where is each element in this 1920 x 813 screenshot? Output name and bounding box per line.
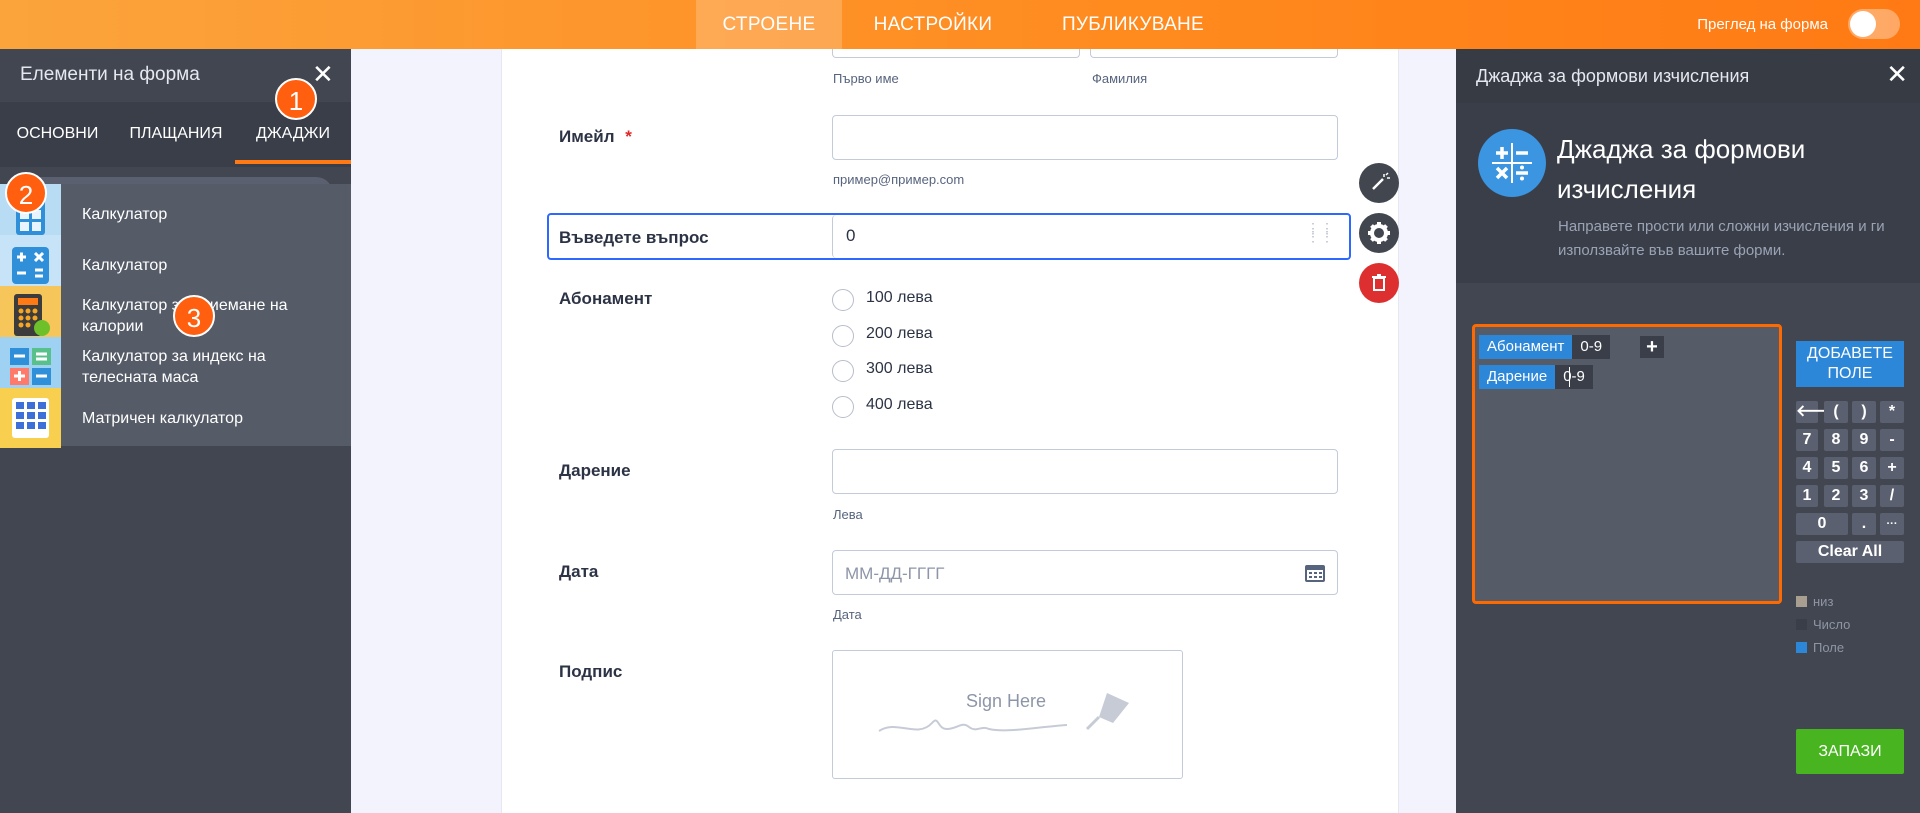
keypad-key[interactable]: /	[1880, 485, 1904, 507]
keypad-key[interactable]: 2	[1824, 485, 1848, 507]
text-cursor	[1569, 367, 1570, 387]
legend-item: Число	[1796, 617, 1850, 632]
top-navigation-bar: СТРОЕНЕ НАСТРОЙКИ ПУБЛИКУВАНЕ Преглед на…	[0, 0, 1920, 49]
keypad-key[interactable]: 8	[1824, 429, 1848, 451]
donation-sublabel: Лева	[833, 507, 863, 522]
first-name-input[interactable]	[832, 49, 1080, 58]
date-input[interactable]: ММ-ДД-ГГГГ	[832, 550, 1338, 595]
legend-swatch	[1796, 619, 1807, 630]
radio-option-label: 200 лева	[866, 325, 933, 342]
question-input[interactable]: 0 ⋮⋮ ⋮⋮	[832, 215, 1338, 258]
radio-option-label: 300 лева	[866, 360, 933, 377]
panel-title: Елементи на форма	[20, 64, 200, 85]
step-badge-2: 2	[5, 172, 47, 214]
legend-item: Поле	[1796, 640, 1844, 655]
form-preview-label: Преглед на форма	[1697, 16, 1828, 33]
keypad-key[interactable]: 1	[1796, 485, 1818, 507]
radio-option-label: 100 лева	[866, 289, 933, 306]
keypad-key[interactable]: 7	[1796, 429, 1818, 451]
tab-publish[interactable]: ПУБЛИКУВАНЕ	[1038, 0, 1228, 49]
date-label: Дата	[559, 562, 599, 581]
tab-build[interactable]: СТРОЕНЕ	[696, 0, 842, 49]
signature-pad[interactable]: Sign Here	[832, 650, 1183, 779]
date-sublabel: Дата	[833, 607, 862, 622]
tab-widgets[interactable]: ДЖАДЖИ	[235, 125, 351, 165]
calendar-icon[interactable]	[1305, 563, 1325, 588]
save-button[interactable]: ЗАПАЗИ	[1796, 729, 1904, 774]
question-input-value: 0	[846, 226, 856, 245]
widget-name: Джаджа за формови изчисления	[1557, 134, 1806, 204]
keypad-key[interactable]: 5	[1824, 457, 1848, 479]
keypad-key[interactable]: 0	[1796, 513, 1848, 535]
keypad-key[interactable]: (	[1824, 401, 1848, 423]
widget-description: Направете прости или сложни изчисления и…	[1558, 218, 1885, 259]
close-icon[interactable]: ✕	[312, 61, 334, 87]
donation-input[interactable]	[832, 449, 1338, 494]
tab-settings[interactable]: НАСТРОЙКИ	[858, 0, 1008, 49]
magic-wand-icon	[1372, 172, 1390, 190]
keypad-key[interactable]: *	[1880, 401, 1904, 423]
active-tab-indicator	[235, 160, 351, 164]
email-sublabel: пример@пример.com	[833, 172, 965, 187]
legend-swatch	[1796, 596, 1807, 607]
keypad-key[interactable]: 4	[1796, 457, 1818, 479]
gear-icon	[1368, 222, 1390, 244]
settings-button[interactable]	[1359, 213, 1399, 253]
keypad-key[interactable]: ···	[1880, 513, 1904, 535]
matrix-calculator-icon	[0, 388, 61, 448]
widget-item-label: Матричен калкулатор	[82, 409, 243, 427]
keypad-key[interactable]: +	[1880, 457, 1904, 479]
add-field-button[interactable]: ДОБАВЕТЕ ПОЛЕ	[1796, 341, 1904, 387]
close-icon[interactable]: ✕	[1886, 61, 1908, 87]
signature-label: Подпис	[559, 662, 623, 681]
tab-payments[interactable]: ПЛАЩАНИЯ	[115, 125, 237, 165]
keypad-key[interactable]: -	[1880, 429, 1904, 451]
calculation-widget-icon	[1478, 129, 1546, 197]
step-badge-1: 1	[275, 78, 317, 120]
keypad-key[interactable]: 6	[1852, 457, 1876, 479]
last-name-sublabel: Фамилия	[1092, 71, 1148, 86]
email-label: Имейл *	[559, 127, 632, 146]
formula-editor[interactable]: Абонамент 0-9 + Дарение 0-9	[1472, 324, 1782, 604]
last-name-input[interactable]	[1090, 49, 1338, 58]
step-badge-3: 3	[173, 295, 215, 337]
keypad-key[interactable]: 9	[1852, 429, 1876, 451]
keypad-key[interactable]: .	[1852, 513, 1876, 535]
keypad-key[interactable]: 3	[1852, 485, 1876, 507]
date-placeholder: ММ-ДД-ГГГГ	[845, 564, 945, 583]
tab-basic[interactable]: ОСНОВНИ	[0, 125, 115, 165]
wand-button[interactable]	[1359, 163, 1399, 203]
panel-header: Джаджа за формови изчисления ✕	[1456, 49, 1920, 103]
radio-option[interactable]	[832, 396, 854, 418]
email-input[interactable]	[832, 115, 1338, 160]
radio-option-label: 400 лева	[866, 396, 933, 413]
delete-button[interactable]	[1359, 263, 1399, 303]
first-name-sublabel: Първо име	[833, 71, 899, 86]
required-mark: *	[625, 127, 632, 146]
widget-item-matrix-calculator[interactable]: Матричен калкулатор	[0, 388, 351, 448]
panel-title: Джаджа за формови изчисления	[1476, 66, 1750, 86]
calculation-widget-panel: Джаджа за формови изчисления ✕ Джаджа за…	[1456, 49, 1920, 813]
legend-swatch	[1796, 642, 1807, 653]
formula-field-tag[interactable]: Абонамент 0-9	[1479, 335, 1611, 359]
legend-item: низ	[1796, 594, 1833, 609]
operator-plus[interactable]: +	[1640, 336, 1664, 358]
radio-option[interactable]	[832, 325, 854, 347]
radio-option[interactable]	[832, 360, 854, 382]
subscription-label: Абонамент	[559, 289, 653, 308]
toggle-knob	[1850, 11, 1876, 37]
form-preview-toggle[interactable]	[1848, 9, 1900, 39]
keypad-key[interactable]: )	[1852, 401, 1876, 423]
radio-option[interactable]	[832, 289, 854, 311]
question-label: Въведете въпрос	[559, 228, 709, 247]
form-elements-panel: Елементи на форма ✕ ОСНОВНИ ПЛАЩАНИЯ ДЖА…	[0, 49, 351, 813]
donation-label: Дарение	[559, 461, 631, 480]
trash-icon	[1372, 274, 1386, 291]
signature-pen-icon	[878, 693, 1129, 732]
formula-field-tag[interactable]: Дарение 0-9	[1479, 365, 1593, 389]
clear-all-button[interactable]: Clear All	[1796, 541, 1904, 563]
backspace-key[interactable]: 🡐	[1796, 401, 1839, 423]
drag-handle-icon[interactable]: ⋮⋮ ⋮⋮	[1306, 221, 1334, 243]
